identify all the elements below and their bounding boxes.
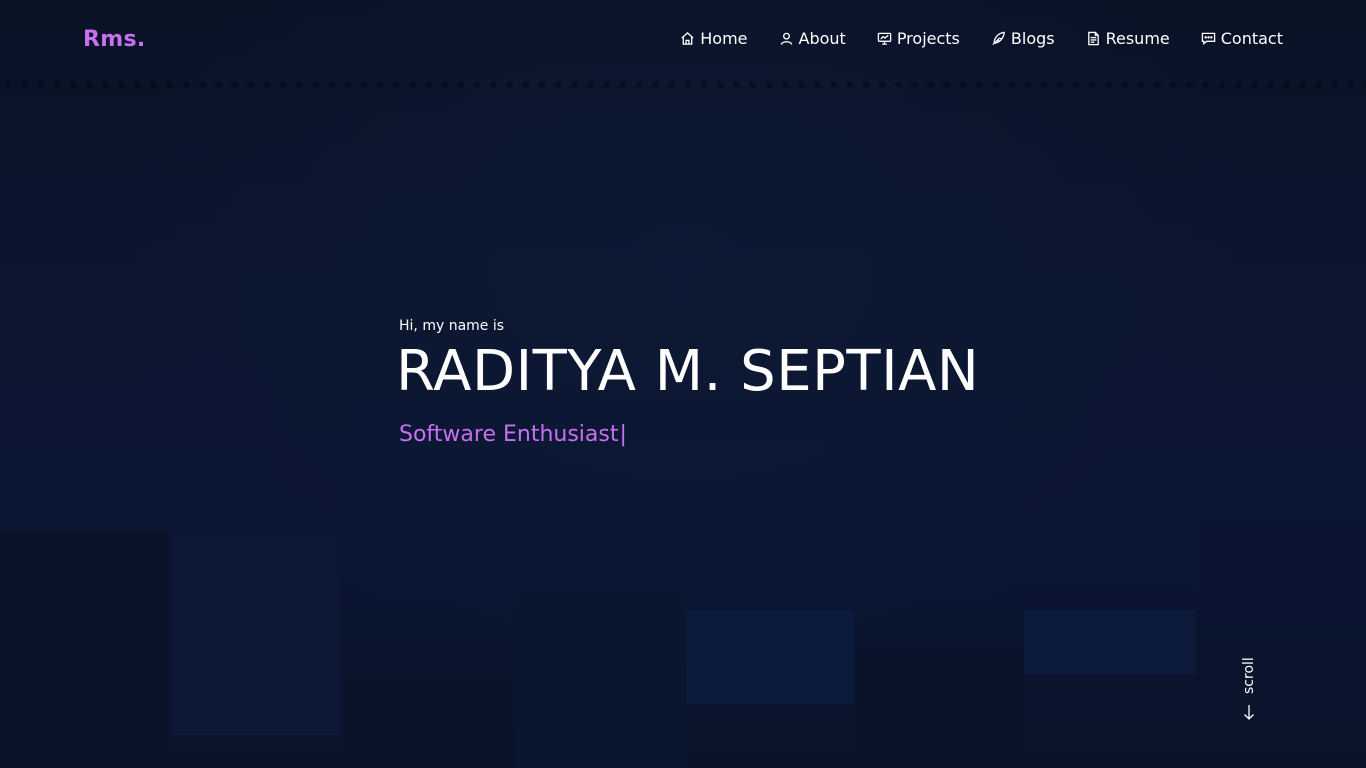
nav-contact-label: Contact	[1220, 29, 1283, 48]
nav-home-label: Home	[700, 29, 748, 48]
nav-projects-label: Projects	[896, 29, 960, 48]
home-icon	[681, 31, 694, 45]
hero-section: Hi, my name is RADITYA M. SEPTIAN Softwa…	[396, 318, 980, 447]
background-block	[514, 588, 684, 768]
nav-resume[interactable]: Resume	[1086, 29, 1170, 48]
nav-blogs-label: Blogs	[1010, 29, 1055, 48]
dot-pattern	[0, 78, 1366, 92]
presentation-icon	[877, 32, 892, 45]
navbar: Rms. Home About Projects Blogs Resume Co…	[0, 0, 1366, 80]
background-block	[172, 540, 340, 735]
hero-name: RADITYA M. SEPTIAN	[396, 339, 980, 404]
scroll-label: scroll	[1241, 657, 1257, 694]
nav-contact[interactable]: Contact	[1201, 29, 1283, 48]
nav-projects[interactable]: Projects	[877, 29, 960, 48]
feather-icon	[992, 31, 1005, 46]
background-block	[0, 530, 170, 768]
scroll-indicator[interactable]: scroll	[1238, 652, 1260, 724]
hero-role: Software Enthusiast	[399, 422, 619, 447]
hero-role-line: Software Enthusiast |	[399, 422, 979, 447]
chat-icon	[1201, 32, 1215, 46]
typing-cursor: |	[619, 422, 627, 447]
background-block	[1024, 610, 1196, 674]
nav-blogs[interactable]: Blogs	[991, 29, 1055, 48]
background-block	[344, 676, 512, 768]
nav-resume-label: Resume	[1105, 29, 1170, 48]
nav-home[interactable]: Home	[680, 29, 748, 48]
nav-about[interactable]: About	[779, 29, 846, 48]
logo[interactable]: Rms.	[83, 27, 146, 52]
arrow-down-icon	[1242, 704, 1256, 724]
main-nav: Home About Projects Blogs Resume Contact	[680, 29, 1283, 48]
user-icon	[780, 32, 792, 45]
background-block	[686, 610, 854, 704]
nav-about-label: About	[798, 29, 846, 48]
background-block	[856, 646, 1024, 768]
hero-greeting: Hi, my name is	[399, 318, 505, 334]
document-icon	[1087, 31, 1099, 46]
background-block	[1198, 522, 1366, 632]
